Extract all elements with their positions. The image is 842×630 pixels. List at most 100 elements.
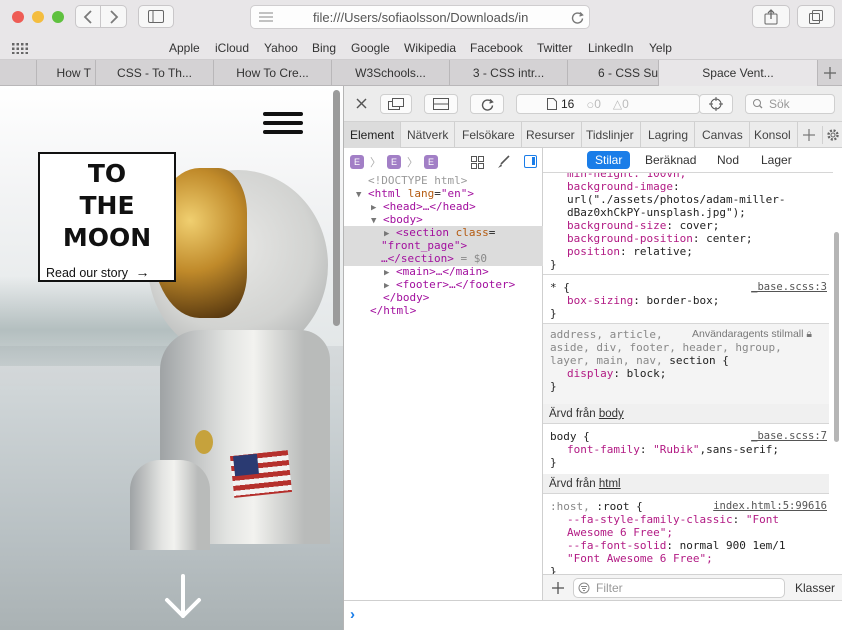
reload-page-button[interactable] [470,94,504,114]
tab-layers[interactable]: Lager [753,151,800,169]
tab-resources[interactable]: Resurser [520,122,582,148]
favorite-link[interactable]: Wikipedia [404,41,456,55]
arrow-down-icon[interactable] [163,572,203,622]
browser-tab-active[interactable]: Space Vent... [658,60,818,86]
css-declaration[interactable]: --fa-font-solid: normal 900 1em/1 [567,539,786,552]
favorite-link[interactable]: Google [351,41,390,55]
css-declaration[interactable]: background-size: cover; [567,219,719,232]
sidebar-toggle-button[interactable] [138,5,174,28]
new-tab-button[interactable] [820,63,840,83]
styles-scrollbar[interactable] [834,232,839,442]
read-story-link[interactable]: Read our story → [46,264,149,280]
element-badge-icon[interactable]: E [350,155,364,169]
css-value-url[interactable]: url("./assets/photos/adam-miller- [567,193,786,206]
tab-node[interactable]: Nod [709,151,747,169]
back-button[interactable] [75,5,101,28]
dom-node-body[interactable]: ▼ <body> [371,213,423,226]
close-icon[interactable] [356,98,367,109]
inspector-search[interactable]: Sök [745,94,835,114]
tab-network[interactable]: Nätverk [401,122,456,148]
address-bar[interactable]: file:///Users/sofiaolsson/Downloads/in [250,5,590,29]
dock-bottom-icon [433,98,449,110]
tab-debugger[interactable]: Felsökare [456,122,522,148]
css-selector[interactable]: * { [550,281,570,294]
browser-tab[interactable]: 3 - CSS intr... [449,60,567,86]
hamburger-menu-icon[interactable] [263,112,303,138]
css-declaration[interactable]: background-position: center; [567,232,752,245]
source-link[interactable]: _base.scss:7 [751,430,827,442]
minimize-window-button[interactable] [32,11,44,23]
dom-node-footer[interactable]: ▶ <footer>…</footer> [384,278,515,291]
selector-text: address, article, [550,328,663,341]
css-declaration[interactable]: box-sizing: border-box; [567,294,719,307]
zoom-window-button[interactable] [52,11,64,23]
browser-tab[interactable]: How T [36,60,95,86]
browser-tab[interactable]: CSS - To Th... [95,60,213,86]
favorite-link[interactable]: Apple [169,41,200,55]
paintbrush-icon[interactable] [497,155,510,169]
source-link[interactable]: _base.scss:3 [751,281,827,293]
resource-counter[interactable]: 16 ○ 0 △ 0 [516,94,700,114]
element-badge-icon[interactable]: E [424,155,438,169]
settings-button[interactable] [822,126,840,144]
warning-count: 0 [622,97,629,111]
css-declaration[interactable]: --fa-style-family-classic: "Font [567,513,779,526]
tab-element[interactable]: Element [344,122,402,148]
favorite-link[interactable]: iCloud [215,41,249,55]
tab-storage[interactable]: Lagring [642,122,696,148]
css-declaration[interactable]: position: relative; [567,245,693,258]
dom-node-head[interactable]: ▶ <head>…</head> [371,200,476,213]
element-picker-button[interactable] [699,94,733,114]
share-button[interactable] [752,5,790,28]
css-selector[interactable]: :host, :root { [550,500,643,513]
css-value-url[interactable]: dBaz0xhCkPY-unsplash.jpg"); [567,206,746,219]
chevron-right-icon [109,9,118,24]
styles-filter-input[interactable]: Filter [573,578,785,598]
dom-node-section[interactable]: ▶ <section class= [384,226,495,239]
page-scrollbar[interactable] [333,90,340,326]
css-declaration[interactable]: font-family: "Rubik",sans-serif; [567,443,779,456]
dom-node-section-close: …</section> = $0 [381,252,487,265]
forward-button[interactable] [101,5,127,28]
favorite-link[interactable]: Yahoo [264,41,298,55]
tab-styles[interactable]: Stilar [587,151,631,169]
css-declaration[interactable]: min-height: 100vh; [567,173,686,180]
plus-icon[interactable] [551,581,565,595]
dom-node-html[interactable]: ▼ <html lang="en"> [356,187,474,200]
grid-overlay-icon[interactable] [471,156,484,169]
source-link[interactable]: index.html:5:99616 [713,500,827,512]
detach-button[interactable] [380,94,412,114]
reader-icon [259,12,273,22]
plus-icon[interactable] [802,128,816,142]
browser-tab[interactable]: W3Schools... [331,60,449,86]
element-badge-icon[interactable]: E [387,155,401,169]
reload-icon[interactable] [571,11,584,24]
dom-doctype[interactable]: <!DOCTYPE html> [368,174,467,187]
css-declaration[interactable]: background-image: [567,180,680,193]
grid-icon[interactable] [12,43,28,54]
classes-button[interactable]: Klasser [795,581,835,595]
tab-label: Lager [761,153,792,167]
dom-node-main[interactable]: ▶ <main>…</main> [384,265,489,278]
favorite-link[interactable]: LinkedIn [588,41,633,55]
web-inspector: 16 ○ 0 △ 0 Sök Element Nätverk Felsökare… [343,86,842,630]
favorite-link[interactable]: Bing [312,41,336,55]
browser-tab[interactable]: How To Cre... [213,60,331,86]
close-window-button[interactable] [12,11,24,23]
favorite-link[interactable]: Twitter [537,41,572,55]
favorite-link[interactable]: Yelp [649,41,672,55]
browser-tab[interactable]: 6 - CSS Su [567,60,658,86]
sidebar-toggle-icon[interactable] [524,155,537,168]
console-prompt-bar[interactable]: › [344,600,842,630]
inherited-link[interactable]: body [599,408,624,420]
favorite-link[interactable]: Facebook [470,41,523,55]
tab-console[interactable]: Konsol [748,122,798,148]
show-tabs-button[interactable] [797,5,835,28]
property-name: font-family [567,443,640,456]
css-selector[interactable]: body { [550,430,590,443]
tab-computed[interactable]: Beräknad [637,151,704,169]
dock-bottom-button[interactable] [424,94,458,114]
inherited-link[interactable]: html [599,478,621,490]
tab-timelines[interactable]: Tidslinjer [580,122,641,148]
tab-canvas[interactable]: Canvas [696,122,750,148]
